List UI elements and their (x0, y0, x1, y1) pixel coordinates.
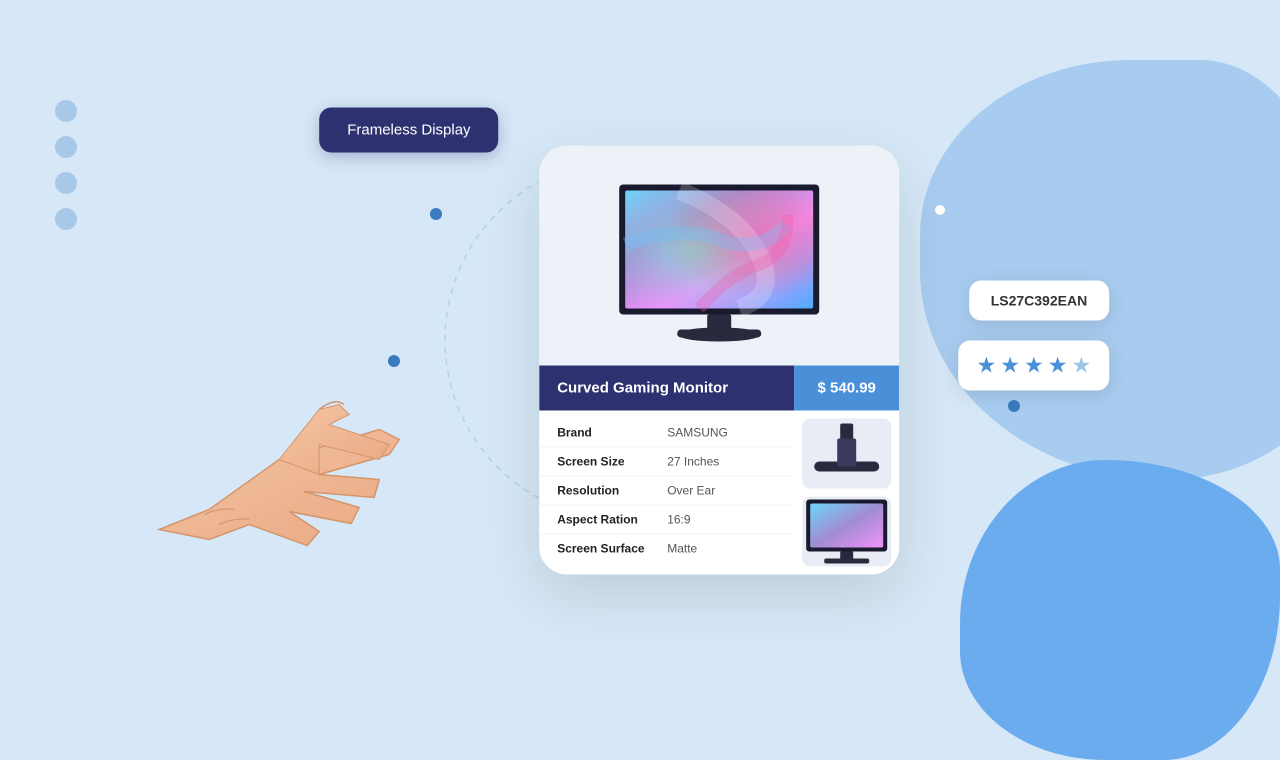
spec-label: Screen Size (557, 455, 667, 469)
model-number-label: LS27C392EAN (991, 293, 1087, 309)
product-title-button[interactable]: Curved Gaming Monitor (539, 366, 794, 411)
hand-pointing (119, 350, 439, 555)
stars-rating-tag: ★ ★ ★ ★ ★ (959, 341, 1110, 391)
spec-label: Aspect Ration (557, 513, 667, 527)
star-2: ★ (1000, 353, 1020, 379)
monitor-image (599, 175, 839, 345)
frameless-display-tag: Frameless Display (319, 108, 498, 153)
arc-dot-left (430, 208, 442, 220)
product-header: Curved Gaming Monitor $ 540.99 (539, 366, 899, 411)
model-number-tag: LS27C392EAN (969, 281, 1109, 321)
card-content: Curved Gaming Monitor $ 540.99 Brand SAM… (539, 366, 899, 575)
spec-value: 27 Inches (667, 455, 719, 469)
frameless-display-label: Frameless Display (347, 122, 470, 139)
spec-row: Brand SAMSUNG (539, 419, 794, 448)
star-5-half: ★ (1071, 353, 1091, 379)
spec-label: Brand (557, 426, 667, 440)
product-price-button[interactable]: $ 540.99 (794, 366, 899, 411)
spec-row: Screen Size 27 Inches (539, 448, 794, 477)
spec-row: Aspect Ration 16:9 (539, 506, 794, 535)
star-3: ★ (1024, 353, 1044, 379)
card-container: Frameless Display (539, 146, 899, 575)
thumbnail-stand[interactable] (802, 419, 891, 489)
spec-row: Resolution Over Ear (539, 477, 794, 506)
arc-dot-right (935, 205, 945, 215)
decorative-dots-left (55, 100, 77, 244)
spec-value: 16:9 (667, 513, 690, 527)
spec-label: Screen Surface (557, 542, 667, 556)
spec-value: Over Ear (667, 484, 715, 498)
spec-row: Screen Surface Matte (539, 535, 794, 563)
specs-and-thumbnails: Brand SAMSUNG Screen Size 27 Inches Reso… (539, 411, 899, 575)
bg-blob-bottom-right (960, 460, 1280, 760)
star-4: ★ (1048, 353, 1068, 379)
product-card: Curved Gaming Monitor $ 540.99 Brand SAM… (539, 146, 899, 575)
bg-blob-right (920, 60, 1280, 480)
spec-value: SAMSUNG (667, 426, 728, 440)
star-1: ★ (977, 353, 997, 379)
spec-label: Resolution (557, 484, 667, 498)
product-image-section (539, 146, 899, 366)
arc-dot-right-bottom (1008, 400, 1020, 412)
specs-table: Brand SAMSUNG Screen Size 27 Inches Reso… (539, 411, 794, 575)
spec-value: Matte (667, 542, 697, 556)
thumbnail-front[interactable] (802, 497, 891, 567)
thumbnail-column (794, 411, 899, 575)
